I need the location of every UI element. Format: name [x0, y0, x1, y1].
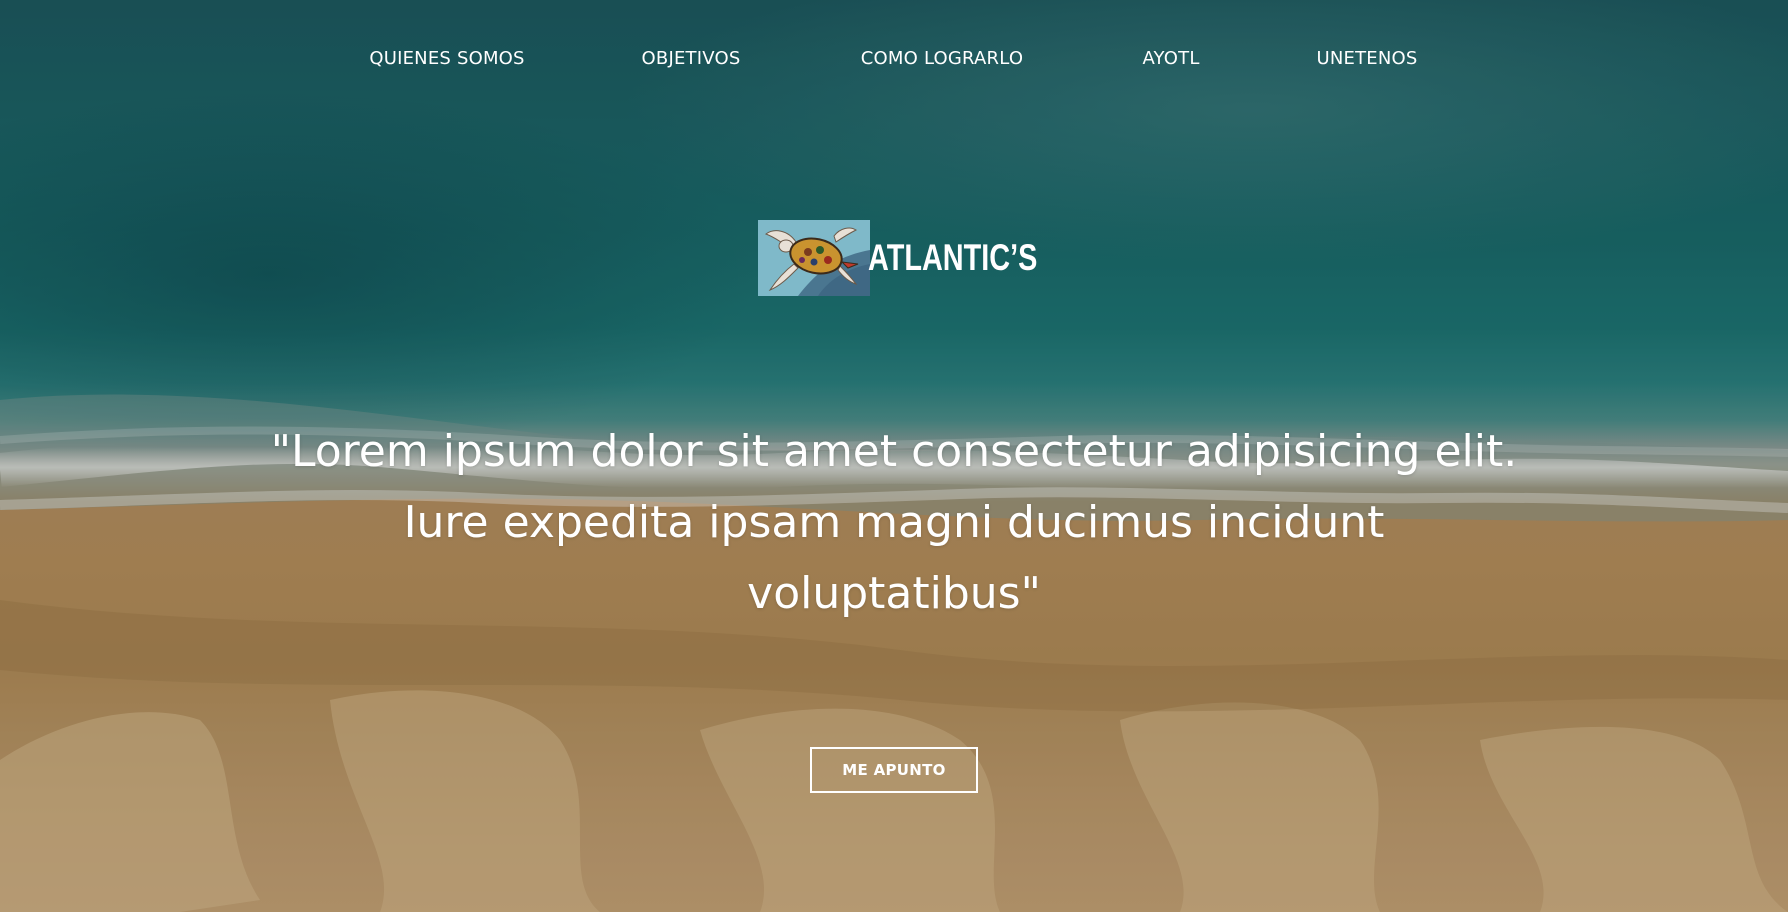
nav-item-ayotl[interactable]: AYOTL [1142, 48, 1199, 69]
logo-text: ATLANTIC’S [868, 237, 1038, 278]
nav-item-objetivos[interactable]: OBJETIVOS [642, 48, 741, 69]
nav-item-como-lograrlo[interactable]: COMO LOGRARLO [861, 48, 1023, 69]
nav-item-unetenos[interactable]: UNETENOS [1316, 48, 1417, 69]
me-apunto-button[interactable]: ME APUNTO [810, 747, 978, 793]
main-navigation: QUIENES SOMOS OBJETIVOS COMO LOGRARLO AY… [0, 48, 1788, 72]
sea-turtle-icon [758, 220, 870, 296]
hero-quote: "Lorem ipsum dolor sit amet consectetur … [270, 426, 1518, 619]
hero-section: QUIENES SOMOS OBJETIVOS COMO LOGRARLO AY… [0, 0, 1788, 912]
site-logo[interactable]: ATLANTIC’S [758, 220, 1085, 296]
nav-item-quienes-somos[interactable]: QUIENES SOMOS [369, 48, 524, 69]
